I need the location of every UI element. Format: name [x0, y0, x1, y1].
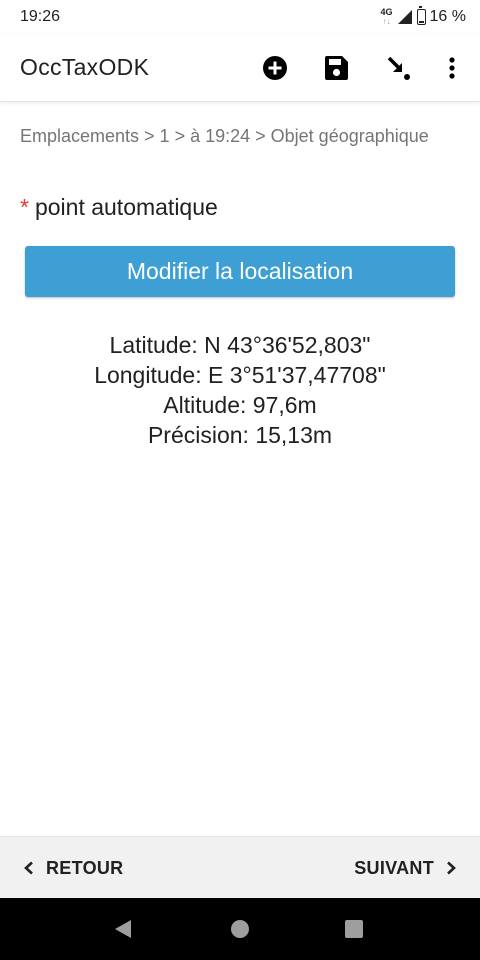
home-circle-icon[interactable] [230, 919, 250, 939]
jump-arrow-icon [387, 56, 410, 80]
chevron-left-icon [24, 861, 33, 875]
save-icon [325, 56, 348, 80]
back-triangle-icon[interactable] [113, 919, 133, 939]
next-button-label: SUIVANT [354, 857, 434, 878]
system-navigation-bar [0, 898, 480, 960]
back-button-label: RETOUR [46, 857, 124, 878]
form-navigation-bar: RETOUR SUIVANT [0, 836, 480, 898]
chevron-right-icon [447, 861, 456, 875]
network-indicator: 4G ↑↓ [380, 7, 393, 27]
overflow-menu-button[interactable] [436, 52, 468, 84]
modify-location-button[interactable]: Modifier la localisation [25, 246, 455, 297]
question-text: point automatique [34, 194, 218, 220]
latitude-value: Latitude: N 43°36'52,803" [109, 332, 371, 358]
next-button[interactable]: SUIVANT [354, 837, 458, 899]
question-label: * point automatique [20, 194, 460, 221]
longitude-value: Longitude: E 3°51'37,47708" [94, 362, 386, 388]
signal-icon [397, 10, 412, 24]
battery-icon [416, 6, 426, 25]
add-circle-icon [263, 56, 287, 80]
save-button[interactable] [320, 52, 352, 84]
required-marker: * [20, 194, 29, 220]
status-time: 19:26 [20, 8, 61, 25]
back-button[interactable]: RETOUR [22, 837, 123, 899]
status-icons: 4G ↑↓ 16 % [380, 6, 466, 27]
altitude-value: Altitude: 97,6m [163, 392, 317, 418]
recents-square-icon[interactable] [344, 919, 364, 939]
network-arrows: ↑↓ [382, 17, 391, 26]
precision-value: Précision: 15,13m [147, 422, 333, 448]
add-repeat-button[interactable] [259, 52, 291, 84]
more-vert-icon [449, 57, 455, 79]
breadcrumb: Emplacements > 1 > à 19:24 > Objet géogr… [20, 126, 429, 146]
battery-level: 16 % [429, 8, 466, 25]
network-type: 4G [380, 7, 393, 17]
app-bar: OccTaxODK [0, 34, 480, 102]
location-info: Latitude: N 43°36'52,803" Longitude: E 3… [0, 330, 480, 450]
status-bar: 19:26 4G ↑↓ 16 % [0, 0, 480, 34]
go-to-button[interactable] [382, 52, 414, 84]
